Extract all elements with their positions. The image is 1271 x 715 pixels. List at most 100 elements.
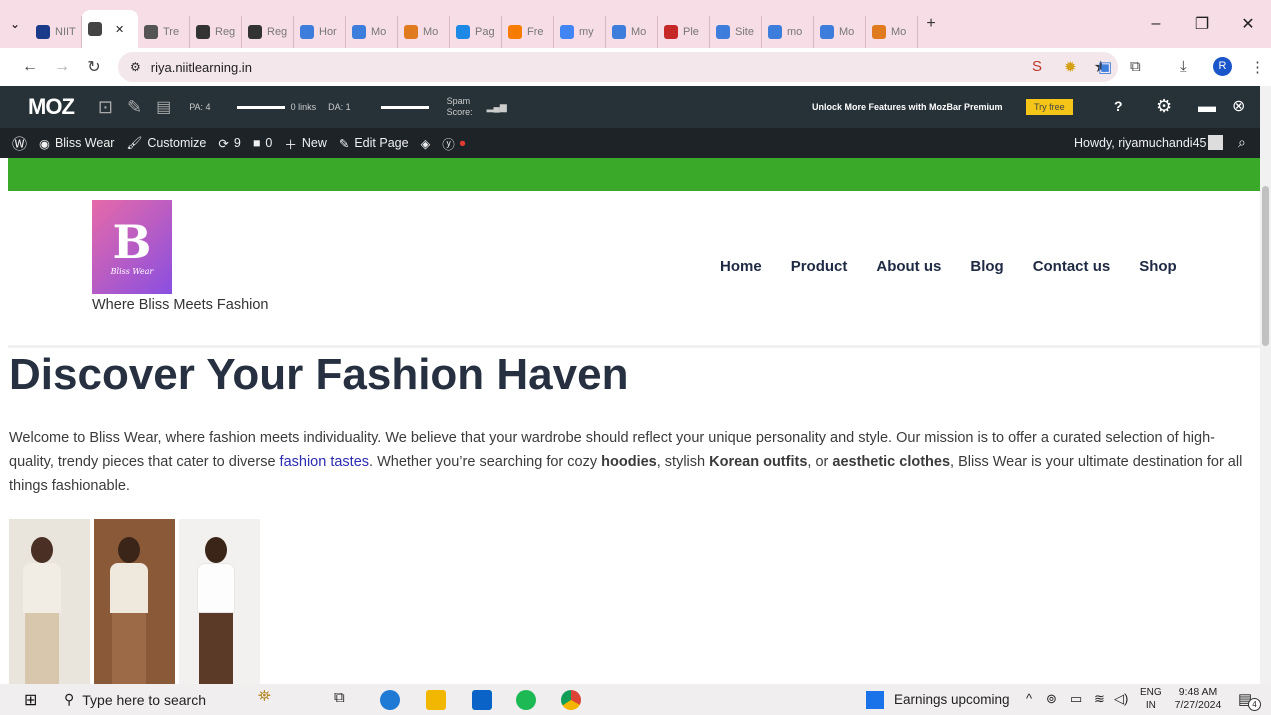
yoast-icon[interactable]: ⓨ: [442, 134, 455, 153]
browser-tab[interactable]: Fre: [502, 16, 554, 48]
reload-icon[interactable]: ↻: [78, 57, 110, 77]
mozbar-close-icon[interactable]: ⊗: [1232, 96, 1245, 116]
site-logo[interactable]: B Bliss Wear: [92, 200, 172, 294]
browser-tab[interactable]: Tre: [138, 16, 190, 48]
browser-tab[interactable]: Mo: [346, 16, 398, 48]
aesthetic-clothes-text: aesthetic clothes: [832, 454, 951, 470]
wp-updates-link[interactable]: ⟳ 9: [218, 136, 240, 151]
menu-home[interactable]: Home: [720, 258, 762, 275]
tray-chevron-icon[interactable]: ^: [1026, 691, 1032, 706]
battery-icon[interactable]: ▭: [1070, 691, 1082, 707]
tab-label: Fre: [527, 26, 544, 38]
language-indicator[interactable]: ENG IN: [1140, 686, 1162, 712]
browser-tab[interactable]: Site: [710, 16, 762, 48]
tab-label: Ple: [683, 26, 699, 38]
browser-tab[interactable]: Mo: [866, 16, 918, 48]
browser-tab[interactable]: Mo: [606, 16, 658, 48]
mozbar-menu-icon[interactable]: ▬: [1198, 96, 1216, 117]
page-analysis-icon[interactable]: ⊡: [98, 97, 113, 118]
menu-shop[interactable]: Shop: [1139, 258, 1177, 275]
wp-site-link[interactable]: ◉ Bliss Wear: [39, 136, 114, 151]
tab-favicon-icon: [612, 25, 626, 39]
tab-label: Mo: [891, 26, 907, 38]
extension-s-icon[interactable]: S: [1032, 58, 1042, 75]
eiffel-widget-icon[interactable]: ⛯: [258, 688, 271, 706]
diamond-icon[interactable]: ◈: [421, 136, 431, 151]
wordpress-logo-icon[interactable]: Ⓦ: [12, 133, 27, 154]
new-tab-button[interactable]: +: [918, 15, 944, 33]
menu-about-us[interactable]: About us: [876, 258, 941, 275]
wp-customize-label: Customize: [147, 136, 207, 150]
tab-search-icon[interactable]: ⌄: [0, 17, 30, 31]
clock[interactable]: 9:48 AM 7/27/2024: [1172, 686, 1224, 712]
page-scrollbar[interactable]: [1260, 86, 1271, 684]
wp-search-icon[interactable]: ⌕: [1238, 134, 1246, 151]
download-icon[interactable]: ⤓: [1180, 58, 1187, 75]
news-text[interactable]: Earnings upcoming: [894, 692, 1010, 707]
browser-tab[interactable]: Reg: [190, 16, 242, 48]
restore-button[interactable]: ❐: [1179, 14, 1225, 34]
browser-tab[interactable]: mo: [762, 16, 814, 48]
windows-start-icon[interactable]: ⊞: [24, 690, 37, 710]
tab-favicon-icon: [196, 25, 210, 39]
tab-label: NIIT: [55, 26, 76, 38]
menu-contact-us[interactable]: Contact us: [1033, 258, 1111, 275]
fashion-photo: [9, 519, 260, 685]
browser-tab[interactable]: Hor: [294, 16, 346, 48]
back-icon[interactable]: ←: [14, 58, 46, 76]
browser-tab[interactable]: Pag: [450, 16, 502, 48]
wp-site-name: Bliss Wear: [54, 136, 115, 150]
address-bar[interactable]: ⚙ riya.niitlearning.in ★: [118, 52, 1118, 82]
forward-icon[interactable]: →: [46, 58, 78, 76]
taskbar-search[interactable]: ⚲ Type here to search: [52, 684, 242, 715]
menu-product[interactable]: Product: [791, 258, 848, 275]
profile-avatar[interactable]: R: [1213, 57, 1232, 76]
menu-blog[interactable]: Blog: [970, 258, 1003, 275]
site-info-icon[interactable]: ⚙: [130, 60, 141, 74]
fashion-tastes-link[interactable]: fashion tastes: [280, 454, 369, 470]
browser-tab[interactable]: Ple: [658, 16, 710, 48]
moz-logo: MOZ: [28, 94, 75, 119]
chrome-icon[interactable]: [561, 690, 581, 710]
spam-score-icon: ▂▄▆: [486, 101, 507, 112]
tab-favicon-icon: [820, 25, 834, 39]
help-icon[interactable]: ?: [1114, 98, 1123, 114]
news-widget-icon[interactable]: [866, 691, 884, 709]
tab-favicon-icon: [404, 25, 418, 39]
menu-kebab-icon[interactable]: ⋮: [1250, 58, 1265, 76]
keyword-icon[interactable]: ▤: [156, 97, 171, 117]
scrollbar-thumb[interactable]: [1262, 186, 1269, 346]
wifi-icon[interactable]: ≋: [1094, 691, 1105, 707]
wp-edit-page-link[interactable]: ✎ Edit Page: [339, 136, 409, 151]
meet-now-icon[interactable]: ⊚: [1046, 691, 1057, 707]
user-avatar[interactable]: [1208, 135, 1223, 150]
browser-tab[interactable]: Mo: [398, 16, 450, 48]
browser-tab[interactable]: Mo: [814, 16, 866, 48]
extensions-puzzle-icon[interactable]: ⧉: [1130, 58, 1141, 75]
browser-tab[interactable]: ✕: [82, 10, 138, 48]
browser-tab[interactable]: my: [554, 16, 606, 48]
edge-icon[interactable]: [380, 690, 400, 710]
close-tab-icon[interactable]: ✕: [115, 23, 124, 36]
wp-new-link[interactable]: ＋ New: [284, 134, 327, 153]
task-view-icon[interactable]: ⧉: [334, 689, 345, 706]
extension-gold-icon[interactable]: ✹: [1064, 58, 1077, 76]
file-explorer-icon[interactable]: [426, 690, 446, 710]
try-free-button[interactable]: Try free: [1026, 99, 1073, 115]
mail-icon[interactable]: [472, 690, 492, 710]
volume-icon[interactable]: ◁): [1114, 691, 1128, 707]
highlighter-icon[interactable]: ✎: [127, 97, 142, 118]
wp-comments-link[interactable]: ■ 0: [253, 136, 273, 150]
tab-strip: ⌄ NIIT ✕ Tre Reg Reg Hor Mo Mo Pag Fre my Mo Ple Site…: [0, 0, 1271, 48]
browser-tab[interactable]: Reg: [242, 16, 294, 48]
close-window-button[interactable]: ✕: [1225, 14, 1271, 34]
spotify-icon[interactable]: [516, 690, 536, 710]
tab-favicon-icon: [88, 22, 102, 36]
extension-moz-icon[interactable]: ▣: [1098, 58, 1112, 76]
mozbar: MOZ ⊡ ✎ ▤ PA: 4 0 links DA: 1 Spam Score…: [0, 86, 1271, 128]
wp-howdy[interactable]: Howdy, riyamuchandi45: [1074, 136, 1206, 150]
settings-gear-icon[interactable]: ⚙: [1156, 96, 1172, 117]
wp-customize-link[interactable]: 🖌 Customize: [126, 136, 206, 151]
minimize-button[interactable]: –: [1133, 15, 1179, 33]
browser-tab[interactable]: NIIT: [30, 16, 82, 48]
